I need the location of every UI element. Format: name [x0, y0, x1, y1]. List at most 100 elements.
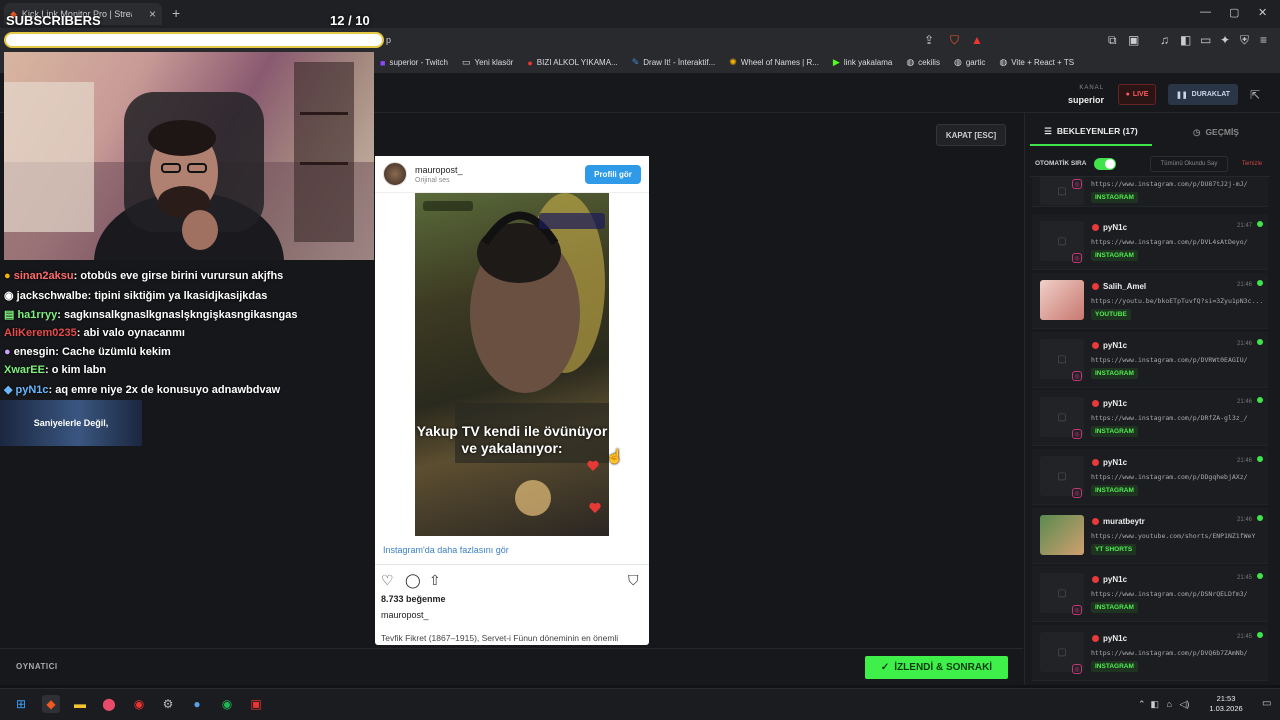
user-dot-icon [1092, 576, 1099, 583]
post-username[interactable]: mauropost_ [381, 610, 429, 620]
chat-message: ◉ jackschwalbe: tipini siktiğim ya lkasi… [4, 290, 268, 302]
queue-time: 21:46 [1236, 282, 1252, 288]
media-icon[interactable]: ♫ [1160, 33, 1169, 47]
close-player-button[interactable]: KAPAT [ESC] [936, 124, 1006, 146]
url-input[interactable] [4, 32, 384, 48]
brave-rewards-icon[interactable]: ▲ [971, 33, 983, 47]
app-icon[interactable]: ● [188, 695, 206, 713]
instagram-username[interactable]: mauropost_ [415, 165, 463, 175]
chat-text: tipini siktiğim ya lkasidjkasijkdas [91, 290, 268, 302]
view-more-link[interactable]: Instagram'da daha fazlasını gör [383, 545, 509, 555]
chat-username: XwarEE [4, 364, 45, 376]
chat-text: Cache üzümlü kekim [58, 346, 171, 358]
view-profile-button[interactable]: Profili gör [585, 165, 641, 184]
maximize-icon[interactable]: ▢ [1229, 6, 1239, 19]
pen-icon: ✎ [631, 57, 640, 67]
bookmark-cekilis[interactable]: ◍ cekilis [906, 57, 940, 68]
online-dot-icon [1257, 573, 1263, 579]
queue-time: 21:45 [1236, 575, 1252, 581]
bookmark-superior-twitch[interactable]: ■ superior - Twitch [380, 58, 448, 68]
chat-username: sinan2aksu [13, 270, 74, 282]
instagram-video[interactable] [415, 193, 609, 536]
file-explorer-icon[interactable]: ▬ [71, 695, 89, 713]
chat-text: aq emre niye 2x de konusuyo adnawbdvaw [52, 384, 281, 396]
queue-url: https://www.instagram.com/p/DVQ6b7ZAmNb/ [1091, 649, 1248, 657]
bookmark-draw-it[interactable]: ✎ Draw It! - İnteraktif... [632, 57, 716, 68]
windows-start-icon[interactable]: ⊞ [12, 695, 30, 713]
pause-button[interactable]: ❚❚ DURAKLAT [1168, 84, 1238, 105]
autoqueue-label: OTOMATİK SIRA [1035, 160, 1087, 167]
online-dot-icon [1257, 515, 1263, 521]
queue-url: https://www.instagram.com/p/DRfZA-gl3z_/ [1091, 414, 1248, 422]
queue-user: muratbeytr [1103, 517, 1145, 526]
online-dot-icon [1257, 339, 1263, 345]
bookmark-gartic[interactable]: ◍ gartic [954, 57, 985, 68]
thumbnail [1040, 515, 1084, 555]
channel-label: KANAL [1079, 85, 1104, 91]
globe-icon: ◍ [953, 57, 962, 67]
queue-url: https://www.youtube.com/shorts/ENP1NZ1fW… [1091, 532, 1256, 540]
bookmark-vite-react[interactable]: ◍ Vite + React + TS [999, 57, 1074, 68]
extensions-icon[interactable]: ⧉ [1108, 33, 1117, 48]
online-dot-icon [1257, 397, 1263, 403]
minimize-icon[interactable]: — [1200, 6, 1211, 18]
app-icon[interactable]: ▣ [247, 695, 265, 713]
tab-queue[interactable]: ☰ BEKLEYENLER (17) [1030, 118, 1152, 146]
share-icon[interactable]: ⇧ [429, 572, 441, 589]
steam-icon[interactable]: ⚙ [159, 695, 177, 713]
clock[interactable]: 21:53 1.03.2026 [1208, 694, 1244, 714]
bookmark-icon[interactable]: ⛉ [628, 572, 639, 589]
chat-message: ● sinan2aksu: otobüs eve girse birini vu… [4, 270, 284, 282]
post-description: Tevfik Fikret (1867–1915), Servet-i Fünu… [381, 633, 619, 643]
notification-icon[interactable]: ▭ [1262, 698, 1271, 709]
source-tag: INSTAGRAM [1091, 426, 1138, 437]
wallet-icon[interactable]: ▭ [1200, 33, 1211, 47]
source-tag: INSTAGRAM [1091, 368, 1138, 379]
live-dot-icon: ● [1125, 91, 1130, 98]
avatar[interactable] [383, 162, 407, 186]
brave-shield-icon[interactable]: ⛉ [950, 33, 959, 48]
instagram-icon: ◎ [1072, 371, 1082, 381]
tab-history[interactable]: ◷ GEÇMİŞ [1158, 118, 1274, 146]
maps-icon[interactable]: ⬤ [100, 695, 118, 713]
queue-user: Salih_Amel [1103, 282, 1147, 291]
recorder-icon[interactable]: ◉ [130, 695, 148, 713]
like-icon[interactable]: ♡ [381, 572, 394, 589]
live-button[interactable]: ● LIVE [1118, 84, 1156, 105]
badge-icon: ▤ [4, 309, 18, 321]
vite-icon: ◍ [999, 57, 1008, 67]
clear-button[interactable]: Temizle [1232, 156, 1272, 172]
folder-icon: ▭ [461, 57, 471, 67]
chat-message: ▤ ha1rryy: sagkınsalkgnaslkgnaslşkngişka… [4, 309, 298, 321]
watched-next-button[interactable]: ✓ İZLENDİ & SONRAKİ [865, 656, 1008, 679]
sidebar-icon[interactable]: ◧ [1180, 33, 1191, 47]
instagram-audio: Orijinal ses [415, 177, 450, 184]
tab-close-icon[interactable]: × [149, 7, 156, 21]
bookmark-link-yakalama[interactable]: ▶ link yakalama [833, 57, 892, 68]
comment-icon[interactable]: ◯ [405, 572, 421, 589]
window-close-icon[interactable]: ✕ [1258, 6, 1267, 19]
leo-ai-icon[interactable]: ✦ [1220, 33, 1230, 47]
brave-icon[interactable]: ◆ [42, 695, 60, 713]
bookmark-alkol[interactable]: ● BIZI ALKOL YIKAMA... [527, 58, 617, 68]
bookmark-wheel-of-names[interactable]: ✺ Wheel of Names | R... [729, 57, 819, 68]
instagram-icon: ◎ [1072, 179, 1082, 189]
url-text: p [386, 35, 392, 45]
menu-icon[interactable]: ≡ [1260, 33, 1267, 47]
source-tag: INSTAGRAM [1091, 250, 1138, 261]
spotify-icon[interactable]: ◉ [218, 695, 236, 713]
video-side-pad [609, 193, 649, 536]
share-icon[interactable]: ⇪ [924, 33, 934, 47]
mark-all-read-button[interactable]: Tümünü Okundu Say [1150, 156, 1228, 172]
bookmark-yeni-klasor[interactable]: ▭ Yeni klasör [462, 57, 513, 68]
new-tab-icon[interactable]: + [172, 5, 180, 21]
vpn-shield-icon[interactable]: ⛨ [1240, 33, 1249, 48]
clock-icon: ◷ [1193, 126, 1201, 137]
tab-search-icon[interactable]: ▣ [1128, 33, 1139, 47]
subscribers-label: SUBSCRIBERS [6, 13, 101, 28]
webcam-feed [4, 52, 374, 260]
queue-time: 21:46 [1236, 458, 1252, 464]
queue-url: https://www.instagram.com/p/DVRWt0EAGIU/ [1091, 356, 1248, 364]
system-tray[interactable]: ⌃ ◧ ⌂ ◁) [1138, 699, 1189, 710]
external-link-icon[interactable]: ⇱ [1250, 88, 1260, 102]
